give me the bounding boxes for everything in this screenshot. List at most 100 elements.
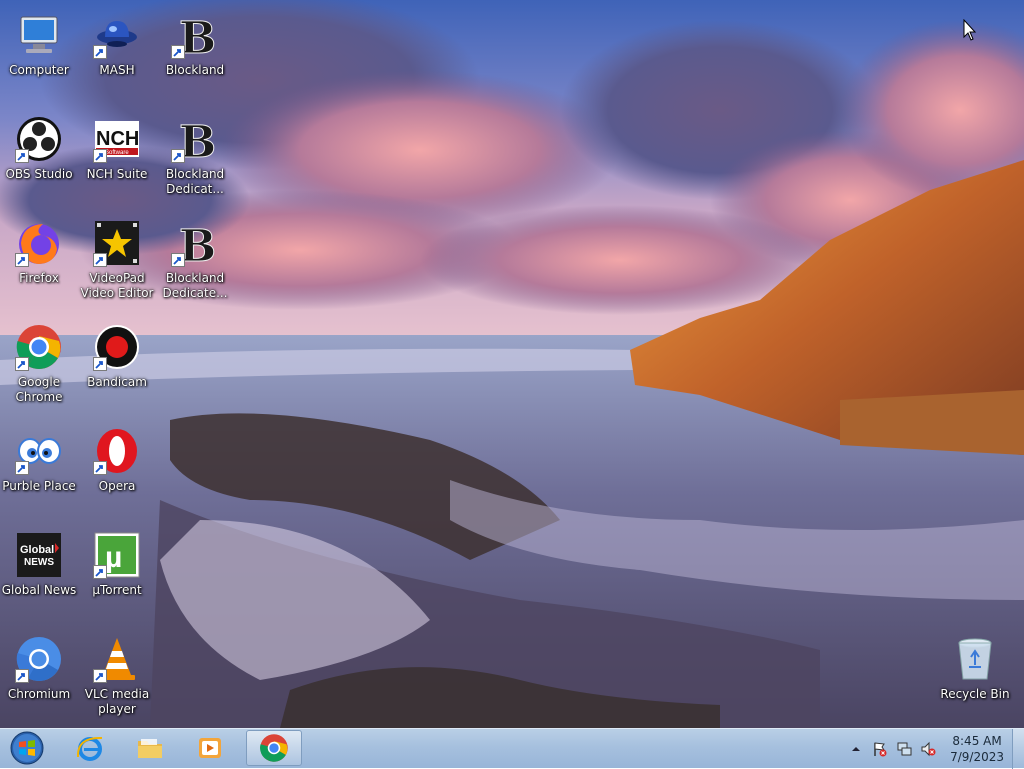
desktop-icon-opera[interactable]: Opera (78, 421, 156, 517)
show-hidden-icons-icon (852, 747, 861, 751)
chrome-icon (260, 734, 288, 762)
clock-time: 8:45 AM (952, 734, 1002, 748)
desktop-icon-firefox[interactable]: Firefox (0, 213, 78, 309)
desktop-icon-blockland-dedicated-2[interactable]: B Blockland Dedicate... (156, 213, 234, 309)
shortcut-arrow-icon (15, 357, 29, 371)
clock-date: 7/9/2023 (950, 750, 1004, 764)
obs-icon (15, 115, 63, 163)
blockland-icon: B (171, 115, 219, 163)
desktop-icon-label: Computer (9, 63, 69, 77)
desktop-icon-purble-place[interactable]: Purble Place (0, 421, 78, 517)
shortcut-arrow-icon (15, 253, 29, 267)
show-hidden-icons-button[interactable] (847, 740, 865, 758)
bandicam-icon (93, 323, 141, 371)
global-news-line2: NEWS (24, 557, 54, 568)
taskbar-file-explorer[interactable] (122, 730, 178, 766)
videopad-icon (93, 219, 141, 267)
shortcut-arrow-icon (93, 669, 107, 683)
desktop-icon-label: Firefox (19, 271, 59, 285)
desktop-icon-google-chrome[interactable]: Google Chrome (0, 317, 78, 413)
desktop-icon-nch-suite[interactable]: NCH Software NCH Suite (78, 109, 156, 205)
desktop-icon-blockland[interactable]: B Blockland (156, 5, 234, 101)
blockland-icon: B (171, 11, 219, 59)
desktop-icon-label: NCH Suite (86, 167, 148, 181)
recycle-bin-icon (951, 635, 999, 683)
media-player-icon (199, 738, 221, 758)
nch-badge-text: NCH (96, 128, 139, 150)
computer-icon (15, 11, 63, 59)
mouse-cursor-icon (963, 19, 977, 41)
desktop-icon-label: Blockland Dedicat... (165, 167, 225, 196)
desktop-icon-bandicam[interactable]: Bandicam (78, 317, 156, 413)
desktop-icon-label: Bandicam (87, 375, 147, 389)
firefox-icon (15, 219, 63, 267)
desktop-icon-recycle-bin[interactable]: Recycle Bin (936, 629, 1014, 725)
opera-icon (93, 427, 141, 475)
shortcut-arrow-icon (15, 149, 29, 163)
shortcut-arrow-icon (93, 357, 107, 371)
blockland-icon: B (171, 219, 219, 267)
chrome-icon (15, 323, 63, 371)
desktop-icon-label: Purble Place (2, 479, 76, 493)
desktop-icon-label: Recycle Bin (940, 687, 1010, 701)
shortcut-arrow-icon (171, 149, 185, 163)
start-orb-icon (10, 731, 44, 765)
nch-icon: NCH Software (93, 115, 141, 163)
network-button[interactable] (895, 740, 913, 758)
internet-explorer-icon (76, 736, 103, 761)
desktop-icon-label: OBS Studio (5, 167, 73, 181)
nch-badge-subtext: Software (105, 150, 129, 156)
action-center-icon (874, 742, 887, 757)
desktop-icon-label: Global News (1, 583, 77, 597)
desktop-icon-label: Google Chrome (15, 375, 63, 404)
utorrent-badge-text: µ (105, 541, 122, 574)
desktop-icon-label: MASH (99, 63, 135, 77)
shortcut-arrow-icon (15, 669, 29, 683)
purble-place-icon (15, 427, 63, 475)
taskbar-media-player[interactable] (182, 730, 238, 766)
global-news-icon: Global NEWS (15, 531, 63, 579)
desktop-icon-utorrent[interactable]: µ µTorrent (78, 525, 156, 621)
shortcut-arrow-icon (15, 461, 29, 475)
desktop-icon-label: Blockland (165, 63, 225, 77)
desktop-icon-blockland-dedicated-1[interactable]: B Blockland Dedicat... (156, 109, 234, 205)
shortcut-arrow-icon (171, 45, 185, 59)
shortcut-arrow-icon (93, 149, 107, 163)
utorrent-icon: µ (93, 531, 141, 579)
global-news-line1: Global (20, 544, 54, 556)
taskbar: 8:45 AM 7/9/2023 (0, 728, 1024, 769)
desktop-icon-obs-studio[interactable]: OBS Studio (0, 109, 78, 205)
desktop-icon-computer[interactable]: Computer (0, 5, 78, 101)
shortcut-arrow-icon (93, 45, 107, 59)
volume-muted-icon (921, 741, 936, 757)
desktop-icon-vlc[interactable]: VLC media player (78, 629, 156, 725)
desktop-icon-mash[interactable]: MASH (78, 5, 156, 101)
network-icon (897, 742, 912, 756)
shortcut-arrow-icon (93, 461, 107, 475)
desktop-icon-global-news[interactable]: Global NEWS Global News (0, 525, 78, 621)
volume-button[interactable] (919, 740, 937, 758)
start-button[interactable] (3, 730, 51, 766)
chromium-icon (15, 635, 63, 683)
desktop-icon-label: Chromium (7, 687, 71, 701)
action-center-button[interactable] (871, 740, 889, 758)
vlc-icon (93, 635, 141, 683)
desktop-icon-label: Opera (98, 479, 136, 493)
desktop-icon-chromium[interactable]: Chromium (0, 629, 78, 725)
system-tray: 8:45 AM 7/9/2023 (844, 729, 1008, 769)
desktop[interactable]: Computer OBS Studio Firefox Google Chrom… (0, 0, 1024, 728)
shortcut-arrow-icon (93, 565, 107, 579)
taskbar-google-chrome[interactable] (246, 730, 302, 766)
file-explorer-icon (138, 739, 162, 758)
desktop-icon-label: Blockland Dedicate... (162, 271, 228, 300)
show-desktop-button[interactable] (1012, 729, 1024, 769)
taskbar-internet-explorer[interactable] (62, 730, 118, 766)
clock[interactable]: 8:45 AM 7/9/2023 (950, 733, 1004, 765)
desktop-icon-label: VLC media player (84, 687, 150, 716)
shortcut-arrow-icon (171, 253, 185, 267)
desktop-icon-label: VideoPad Video Editor (80, 271, 154, 300)
shortcut-arrow-icon (93, 253, 107, 267)
desktop-icon-videopad[interactable]: VideoPad Video Editor (78, 213, 156, 309)
mash-icon (93, 11, 141, 59)
desktop-icon-label: µTorrent (92, 583, 142, 597)
